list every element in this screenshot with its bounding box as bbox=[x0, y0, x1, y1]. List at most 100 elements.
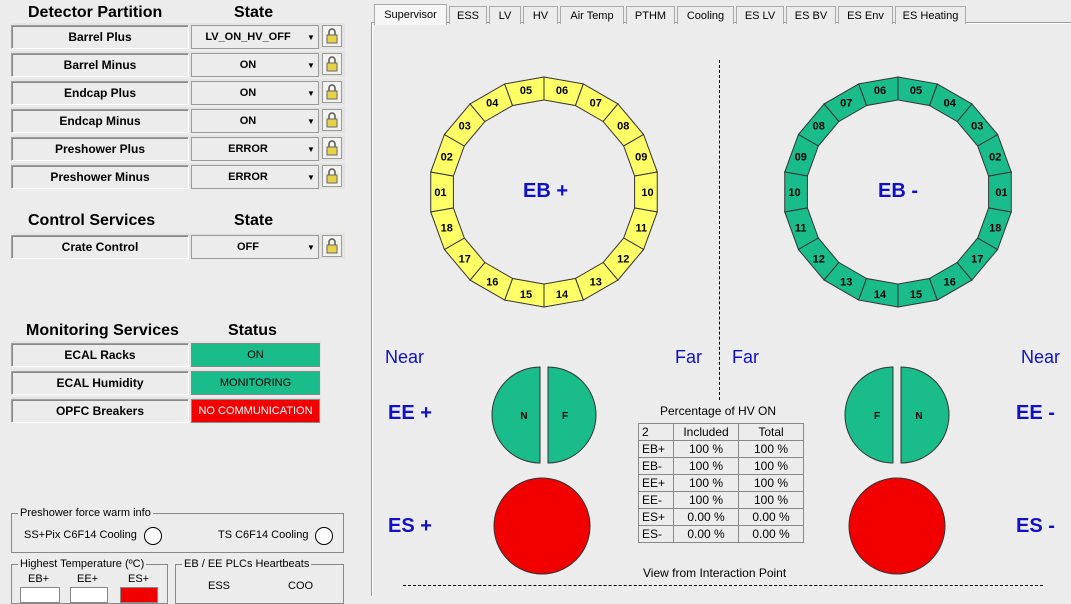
lock-icon[interactable] bbox=[322, 81, 342, 103]
hv-table-cell: 100 % bbox=[673, 491, 739, 509]
eb-minus-supermodule-label: 02 bbox=[989, 152, 1001, 164]
partition-endcap-plus-label: Endcap Plus bbox=[11, 81, 189, 105]
table-row: ES- 0.00 % 0.00 % bbox=[638, 525, 804, 543]
tab-es-env[interactable]: ES Env bbox=[838, 6, 893, 24]
tab-es-heating[interactable]: ES Heating bbox=[895, 6, 966, 24]
control-crate-control-state-dropdown[interactable]: OFF ▼ bbox=[191, 235, 319, 259]
control-services-header: Control Services bbox=[28, 212, 156, 229]
table-row: EB- 100 % 100 % bbox=[638, 457, 804, 475]
tab-es-lv[interactable]: ES LV bbox=[736, 6, 784, 24]
ee-plus-near-half[interactable] bbox=[491, 366, 541, 464]
table-row: ES+ 0.00 % 0.00 % bbox=[638, 508, 804, 526]
ee-plus-far-half[interactable] bbox=[547, 366, 597, 464]
hv-table-header: 2 Included Total bbox=[638, 423, 804, 441]
tab-supervisor[interactable]: Supervisor bbox=[374, 4, 447, 25]
hv-table: 2 Included Total EB+ 100 % 100 % EB- 100 % 100 %… bbox=[638, 423, 804, 543]
tab-air-temp[interactable]: Air Temp bbox=[560, 6, 624, 24]
partition-preshower-plus-state-dropdown[interactable]: ERROR ▼ bbox=[191, 137, 319, 161]
eb-plus-supermodule-label: 01 bbox=[434, 187, 446, 199]
eb-plus-supermodule-label: 17 bbox=[459, 254, 471, 266]
hv-table-title: Percentage of HV ON bbox=[660, 404, 777, 418]
hv-table-cell: 0.00 % bbox=[673, 525, 739, 543]
control-state-header: State bbox=[234, 212, 274, 229]
monitoring-services-header: Monitoring Services bbox=[26, 322, 179, 339]
hv-table-cell: 100 % bbox=[673, 440, 739, 458]
eb-plus-supermodule-label: 07 bbox=[590, 97, 602, 109]
temp-col-esplus: ES+ bbox=[128, 573, 150, 585]
ss-cooling-label: SS+Pix C6F14 Cooling bbox=[24, 529, 137, 541]
temp-field-eeplus bbox=[70, 587, 108, 603]
es-plus-disk[interactable] bbox=[493, 477, 591, 575]
eb-minus-supermodule-label: 04 bbox=[944, 97, 957, 109]
monitoring-label: ECAL Humidity bbox=[11, 371, 189, 395]
eb-plus-supermodule-label: 03 bbox=[459, 120, 471, 132]
lock-icon[interactable] bbox=[322, 165, 342, 187]
lock-icon[interactable] bbox=[322, 235, 342, 257]
monitoring-status-badge[interactable]: ON bbox=[191, 343, 320, 367]
eb-minus-supermodule-label: 17 bbox=[971, 254, 983, 266]
eb-plus-supermodule-label: 05 bbox=[520, 85, 532, 97]
ee-plus-disk[interactable]: N F bbox=[491, 366, 597, 464]
partition-barrel-minus-state-dropdown[interactable]: ON ▼ bbox=[191, 53, 319, 77]
preshower-warm-group: Preshower force warm info SS+Pix C6F14 C… bbox=[11, 507, 344, 553]
monitoring-status-badge[interactable]: NO COMMUNICATION bbox=[191, 399, 320, 423]
partition-endcap-plus-state-dropdown[interactable]: ON ▼ bbox=[191, 81, 319, 105]
hv-table-cell: 100 % bbox=[738, 457, 804, 475]
partition-preshower-plus-label: Preshower Plus bbox=[11, 137, 189, 161]
lock-icon[interactable] bbox=[322, 25, 342, 47]
hv-table-header-cell: Included bbox=[673, 423, 739, 441]
eb-plus-supermodule-label: 11 bbox=[635, 222, 647, 234]
bottom-divider bbox=[403, 585, 1043, 586]
state-header: State bbox=[234, 4, 274, 21]
monitoring-status-badge[interactable]: MONITORING bbox=[191, 371, 320, 395]
detector-partition-header: Detector Partition bbox=[28, 4, 163, 21]
ee-minus-left-letter: F bbox=[874, 411, 880, 422]
eb-plus-supermodule-label: 16 bbox=[486, 277, 498, 289]
partition-endcap-plus-state-value: ON bbox=[239, 87, 257, 99]
highest-temperature-group: Highest Temperature (ºC) EB+ EE+ ES+ bbox=[11, 558, 168, 604]
eb-plus-label: EB + bbox=[523, 180, 569, 202]
hv-table-cell: 0.00 % bbox=[738, 525, 804, 543]
eb-minus-supermodule-label: 14 bbox=[874, 289, 887, 301]
temp-col-eeplus: EE+ bbox=[77, 573, 99, 585]
hv-table-header-cell: Total bbox=[738, 423, 804, 441]
tab-pthm[interactable]: PTHM bbox=[626, 6, 675, 24]
ee-plus-right-letter: F bbox=[562, 411, 568, 422]
ee-minus-far-half[interactable] bbox=[844, 366, 894, 464]
temp-field-esplus bbox=[120, 587, 158, 603]
temp-col-ebplus: EB+ bbox=[28, 573, 50, 585]
table-row: EE+ 100 % 100 % bbox=[638, 474, 804, 492]
eb-minus-supermodule-label: 05 bbox=[910, 85, 922, 97]
tab-lv[interactable]: LV bbox=[489, 6, 521, 24]
plc-heartbeats-group: EB / EE PLCs Heartbeats ESS COO bbox=[175, 558, 344, 604]
eb-plus-supermodule-label: 04 bbox=[486, 97, 499, 109]
chevron-down-icon: ▼ bbox=[307, 116, 315, 126]
hv-table-cell: 100 % bbox=[738, 491, 804, 509]
tab-hv[interactable]: HV bbox=[523, 6, 558, 24]
hv-table-cell: EB- bbox=[638, 457, 674, 475]
eb-plus-supermodule-label: 06 bbox=[556, 85, 568, 97]
lock-icon[interactable] bbox=[322, 137, 342, 159]
es-minus-disk[interactable] bbox=[848, 477, 946, 575]
partition-barrel-minus-state-value: ON bbox=[239, 59, 257, 71]
hv-table-cell: EE- bbox=[638, 491, 674, 509]
eb-plus-supermodule-label: 15 bbox=[520, 289, 532, 301]
eb-plus-supermodule-label: 14 bbox=[556, 289, 569, 301]
partition-endcap-minus-state-dropdown[interactable]: ON ▼ bbox=[191, 109, 319, 133]
chevron-down-icon: ▼ bbox=[307, 144, 315, 154]
tab-ess[interactable]: ESS bbox=[449, 6, 487, 24]
monitoring-status-header: Status bbox=[228, 322, 277, 339]
ee-minus-near-half[interactable] bbox=[900, 366, 950, 464]
heartbeat-col-ess: ESS bbox=[208, 580, 231, 592]
tab-cooling[interactable]: Cooling bbox=[677, 6, 734, 24]
eb-plus-supermodule-label: 08 bbox=[617, 120, 629, 132]
partition-barrel-plus-state-dropdown[interactable]: LV_ON_HV_OFF ▼ bbox=[191, 25, 319, 49]
lock-icon[interactable] bbox=[322, 109, 342, 131]
ss-cooling-indicator bbox=[144, 527, 162, 545]
lock-icon[interactable] bbox=[322, 53, 342, 75]
eb-minus-supermodule-label: 06 bbox=[874, 85, 886, 97]
tab-es-bv[interactable]: ES BV bbox=[786, 6, 836, 24]
partition-preshower-minus-state-dropdown[interactable]: ERROR ▼ bbox=[191, 165, 319, 189]
partition-preshower-minus-state-value: ERROR bbox=[228, 171, 268, 183]
ee-minus-disk[interactable]: F N bbox=[844, 366, 950, 464]
